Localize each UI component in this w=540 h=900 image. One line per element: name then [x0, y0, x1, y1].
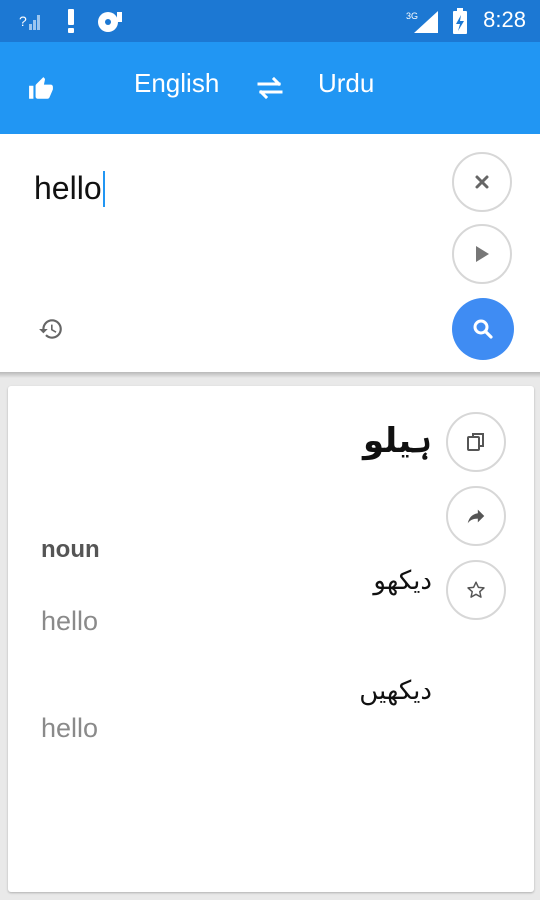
source-language[interactable]: English: [134, 68, 219, 99]
source-text-input[interactable]: hello: [34, 170, 105, 209]
svg-text:3G: 3G: [406, 11, 418, 21]
svg-text:?: ?: [19, 13, 27, 29]
copy-icon: [467, 433, 484, 451]
thumbs-up-icon[interactable]: [28, 76, 54, 102]
signal-question-icon: ?: [18, 8, 44, 34]
alt-translation: دیکھو: [373, 566, 432, 596]
favorite-button[interactable]: [446, 560, 506, 620]
3g-signal-icon: 3G: [406, 8, 440, 34]
share-icon: [467, 509, 485, 524]
star-icon: [467, 581, 485, 598]
alt-translation: دیکھیں: [359, 676, 432, 706]
alert-icon: [62, 8, 80, 34]
battery-charging-icon: [450, 8, 470, 34]
main-translation: ہیلو: [363, 421, 432, 461]
app-bar: English Urdu: [0, 42, 540, 134]
result-card: ہیلو noun دیکھو hello دیکھیں hello: [8, 386, 534, 892]
status-bar: ? 3G 8:28: [0, 0, 540, 42]
search-icon: [473, 319, 493, 339]
input-panel: hello: [0, 134, 540, 372]
back-translation: hello: [41, 713, 99, 743]
target-language[interactable]: Urdu: [318, 68, 374, 99]
copy-button[interactable]: [446, 412, 506, 472]
swap-icon[interactable]: [256, 74, 284, 102]
text-caret: [102, 170, 105, 207]
part-of-speech: noun: [41, 536, 100, 563]
cd-icon: [96, 8, 126, 34]
divider-shadow: [0, 372, 540, 378]
clear-button[interactable]: [452, 152, 512, 212]
source-text-value: hello: [34, 170, 102, 206]
speak-button[interactable]: [452, 224, 512, 284]
share-button[interactable]: [446, 486, 506, 546]
play-icon: [476, 246, 489, 262]
close-icon: [475, 175, 489, 189]
back-translation: hello: [41, 606, 99, 636]
translate-button[interactable]: [452, 298, 514, 360]
status-time: 8:28: [483, 7, 526, 32]
history-icon[interactable]: [38, 316, 64, 342]
